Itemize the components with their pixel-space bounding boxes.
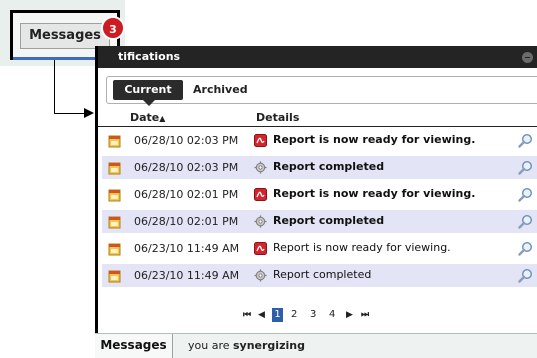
- next-page-icon[interactable]: ▶: [346, 308, 353, 322]
- calendar-icon: [108, 188, 122, 202]
- view-magnifier-icon[interactable]: [518, 241, 533, 256]
- row-detail: Report completed: [273, 268, 372, 281]
- messages-button-label: Messages: [29, 28, 101, 43]
- column-header-details: Details: [256, 111, 300, 124]
- first-page-icon[interactable]: ⏮: [243, 308, 251, 322]
- row-detail: Report completed: [273, 214, 385, 227]
- page-2[interactable]: 2: [291, 308, 297, 322]
- notification-row[interactable]: 06/23/10 11:49 AM Report is now ready for…: [102, 237, 537, 260]
- calendar-icon: [108, 269, 122, 283]
- row-date: 06/23/10 11:49 AM: [134, 242, 240, 255]
- connector-line-vertical: [54, 60, 55, 114]
- row-detail: Report is now ready for viewing.: [273, 187, 476, 200]
- calendar-icon: [108, 215, 122, 229]
- bottom-bar: Messages you are synergizing: [95, 333, 537, 358]
- view-magnifier-icon[interactable]: [518, 268, 533, 283]
- status-text: you are synergizing: [188, 339, 305, 352]
- tab-current[interactable]: Current: [113, 80, 183, 106]
- page-1[interactable]: 1: [272, 308, 283, 322]
- pdf-icon: [254, 134, 267, 147]
- connector-line-horizontal: [54, 113, 88, 114]
- gear-icon: [254, 161, 267, 174]
- minimize-icon[interactable]: [522, 52, 533, 63]
- tab-archived[interactable]: Archived: [193, 80, 248, 100]
- row-date: 06/28/10 02:01 PM: [134, 188, 239, 201]
- status-prefix: you are: [188, 339, 233, 352]
- row-detail: Report is now ready for viewing.: [273, 241, 451, 254]
- prev-page-icon[interactable]: ◀: [258, 308, 265, 322]
- row-date: 06/28/10 02:03 PM: [134, 161, 239, 174]
- row-date: 06/23/10 11:49 AM: [134, 269, 240, 282]
- row-date: 06/28/10 02:01 PM: [134, 215, 239, 228]
- notification-row[interactable]: 06/28/10 02:01 PM Report completed: [102, 210, 537, 233]
- last-page-icon[interactable]: ⏭: [361, 308, 369, 322]
- notification-row[interactable]: 06/23/10 11:49 AM Report completed: [102, 264, 537, 287]
- pdf-icon: [254, 188, 267, 201]
- page-3[interactable]: 3: [310, 308, 316, 322]
- sort-ascending-icon: ▲: [159, 114, 166, 123]
- page-4[interactable]: 4: [329, 308, 335, 322]
- calendar-icon: [108, 242, 122, 256]
- view-magnifier-icon[interactable]: [518, 160, 533, 175]
- calendar-icon: [108, 161, 122, 175]
- notification-row[interactable]: 06/28/10 02:03 PM Report completed: [102, 156, 537, 179]
- view-magnifier-icon[interactable]: [518, 187, 533, 202]
- column-header-date[interactable]: Date▲: [130, 111, 165, 124]
- gear-icon: [254, 269, 267, 282]
- notification-row[interactable]: 06/28/10 02:03 PM Report is now ready for…: [102, 129, 537, 152]
- row-date: 06/28/10 02:03 PM: [134, 134, 239, 147]
- status-state: synergizing: [233, 339, 305, 352]
- tab-bar: Current Archived: [106, 76, 537, 106]
- row-detail: Report completed: [273, 160, 385, 173]
- connector-arrow-icon: [84, 108, 94, 118]
- view-magnifier-icon[interactable]: [518, 133, 533, 148]
- row-detail: Report is now ready for viewing.: [273, 133, 476, 146]
- view-magnifier-icon[interactable]: [518, 214, 533, 229]
- notification-row[interactable]: 06/28/10 02:01 PM Report is now ready for…: [102, 183, 537, 206]
- pdf-icon: [254, 242, 267, 255]
- table-header: Date▲ Details: [98, 110, 537, 127]
- bottom-messages-tab[interactable]: Messages: [95, 334, 173, 358]
- calendar-icon: [108, 134, 122, 148]
- date-header-label: Date: [130, 111, 160, 124]
- unread-badge: 3: [101, 16, 125, 40]
- panel-titlebar: tifications: [98, 46, 537, 68]
- notifications-panel: tifications Current Archived Date▲ Detai…: [95, 46, 537, 358]
- gear-icon: [254, 215, 267, 228]
- panel-title: tifications: [118, 50, 181, 63]
